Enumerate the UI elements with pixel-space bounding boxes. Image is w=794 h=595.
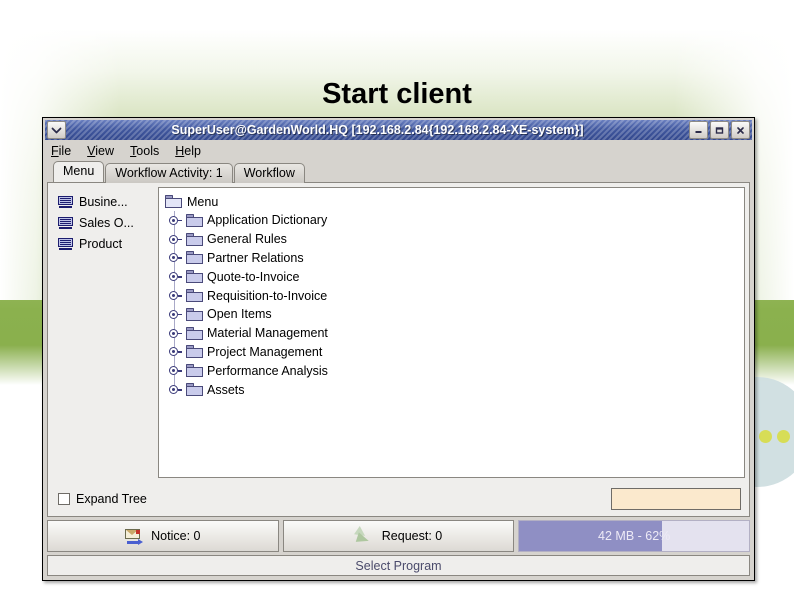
tree-node-quote-to-invoice[interactable]: Quote-to-Invoice [169,267,744,286]
decorative-dot [759,430,772,443]
tree-children: Application Dictionary General Rules Par… [163,211,744,399]
menu-panel: Busine... Sales O... Product Menu Applic… [47,182,750,517]
system-menu-button[interactable] [47,121,66,139]
expand-handle-icon[interactable] [169,383,182,396]
expand-tree-label: Expand Tree [76,492,147,506]
application-window: SuperUser@GardenWorld.HQ [192.168.2.84{1… [42,117,755,581]
screen-icon [58,237,73,250]
tree-node-label: Material Management [207,326,328,341]
select-program-label: Select Program [355,558,442,573]
slide: Start client SuperUser@GardenWorld.HQ [1… [0,0,794,595]
page-title: Start client [322,78,472,110]
menu-item-help[interactable]: Help [175,144,201,158]
expand-handle-icon[interactable] [169,270,182,283]
sidebar-item-label: Busine... [79,194,128,209]
client-area: Menu Workflow Activity: 1 Workflow Busin… [47,161,750,517]
tree-node-open-items[interactable]: Open Items [169,305,744,324]
window-title: SuperUser@GardenWorld.HQ [192.168.2.84{1… [171,123,584,137]
folder-icon [186,364,203,378]
expand-handle-icon[interactable] [169,214,182,227]
folder-icon [186,251,203,265]
screen-icon [58,195,73,208]
tree-node-label: Application Dictionary [207,213,328,228]
folder-icon [186,345,203,359]
tree-node-performance-analysis[interactable]: Performance Analysis [169,361,744,380]
tab-workflow[interactable]: Workflow [233,163,305,183]
menu-item-view[interactable]: View [87,144,114,158]
request-label: Request: 0 [381,529,443,543]
folder-icon [186,213,203,227]
window-controls [689,121,750,139]
sidebar-item-label: Sales O... [79,215,134,230]
sidebar: Busine... Sales O... Product [52,187,156,478]
tab-workflow-activity[interactable]: Workflow Activity: 1 [105,163,233,183]
memory-usage-label: 42 MB - 62% [598,529,671,543]
tree-node-label: Requisition-to-Invoice [207,288,328,303]
expand-tree-checkbox-row[interactable]: Expand Tree [58,492,147,506]
minimize-button[interactable] [689,121,708,139]
expand-handle-icon[interactable] [169,308,182,321]
folder-icon [186,232,203,246]
folder-icon [165,195,182,208]
tree-node-label: General Rules [207,232,287,247]
menu-item-file[interactable]: File [51,144,71,158]
tree-node-application-dictionary[interactable]: Application Dictionary [169,211,744,230]
chevron-down-icon [51,127,62,133]
sidebar-item-label: Product [79,236,123,251]
panel-body: Busine... Sales O... Product Menu Applic… [48,183,749,482]
tree-node-label: Open Items [207,307,272,322]
tree-node-project-management[interactable]: Project Management [169,343,744,362]
tree-node-assets[interactable]: Assets [169,380,744,399]
tab-menu[interactable]: Menu [53,161,105,182]
expand-handle-icon[interactable] [169,289,182,302]
search-input[interactable] [611,488,741,510]
sidebar-item-sales-order[interactable]: Sales O... [58,212,156,233]
screen-icon [58,216,73,229]
menu-tree[interactable]: Menu Application Dictionary General Rule… [158,187,745,478]
notice-label: Notice: 0 [151,529,201,543]
expand-handle-icon[interactable] [169,345,182,358]
close-icon [737,126,744,134]
expand-tree-checkbox[interactable] [58,493,70,505]
sidebar-item-business[interactable]: Busine... [58,191,156,212]
expand-handle-icon[interactable] [169,364,182,377]
tree-node-material-management[interactable]: Material Management [169,324,744,343]
tree-root-node[interactable]: Menu [163,192,744,211]
folder-icon [186,326,203,340]
tree-node-label: Performance Analysis [207,363,328,378]
maximize-icon [715,126,724,134]
request-button[interactable]: Request: 0 [282,520,515,552]
select-program-status: Select Program [47,555,750,576]
maximize-button[interactable] [710,121,729,139]
decorative-dot [777,430,790,443]
minimize-icon [695,130,702,133]
window-titlebar: SuperUser@GardenWorld.HQ [192.168.2.84{1… [45,120,752,140]
menu-item-tools[interactable]: Tools [130,144,159,158]
sidebar-item-product[interactable]: Product [58,233,156,254]
request-icon [353,526,375,546]
menu-bar: File View Tools Help [43,140,754,161]
panel-footer: Expand Tree [48,482,749,516]
notice-icon [125,528,144,545]
tree-node-partner-relations[interactable]: Partner Relations [169,249,744,268]
tree-node-general-rules[interactable]: General Rules [169,230,744,249]
expand-handle-icon[interactable] [169,327,182,340]
tree-node-label: Assets [207,382,245,397]
folder-icon [186,307,203,321]
folder-icon [186,270,203,284]
tree-node-requisition-to-invoice[interactable]: Requisition-to-Invoice [169,286,744,305]
expand-handle-icon[interactable] [169,251,182,264]
folder-icon [186,383,203,397]
tree-node-label: Project Management [207,344,323,359]
tree-node-label: Partner Relations [207,250,304,265]
notice-button[interactable]: Notice: 0 [47,520,279,552]
folder-icon [186,289,203,303]
status-bar: Notice: 0 Request: 0 42 MB - 62% [47,520,751,552]
memory-usage-bar[interactable]: 42 MB - 62% [518,520,751,552]
expand-handle-icon[interactable] [169,233,182,246]
tree-node-label: Quote-to-Invoice [207,269,300,284]
tab-strip: Menu Workflow Activity: 1 Workflow [47,161,750,183]
tree-node-label: Menu [187,194,219,209]
close-button[interactable] [731,121,750,139]
